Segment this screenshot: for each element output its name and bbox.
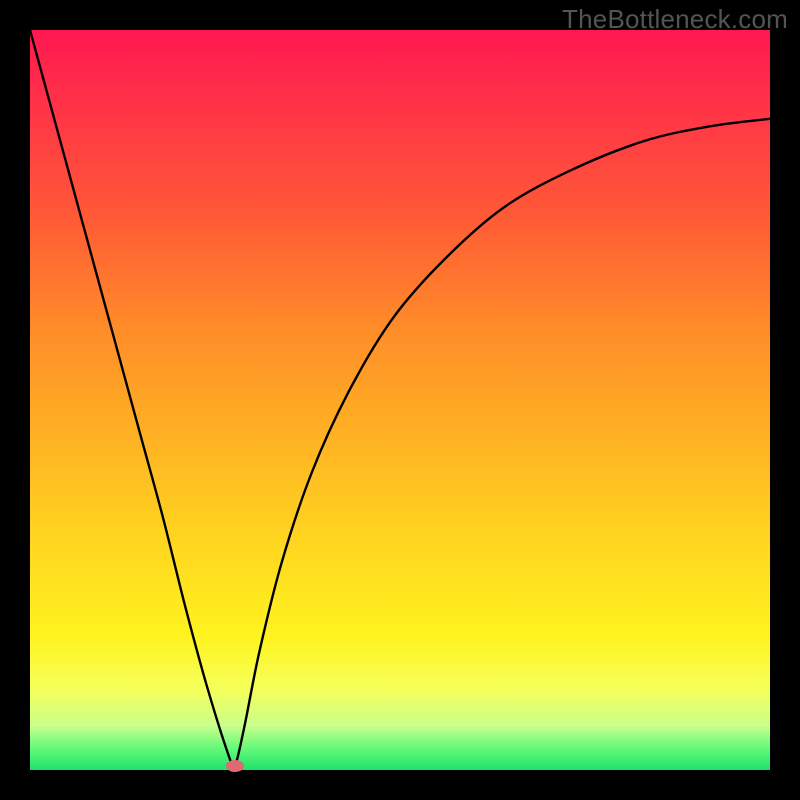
- optimum-marker: [226, 760, 244, 772]
- bottleneck-curve: [30, 30, 770, 770]
- watermark-text: TheBottleneck.com: [562, 4, 788, 35]
- chart-frame: TheBottleneck.com: [0, 0, 800, 800]
- plot-area: [30, 30, 770, 770]
- curve-path: [30, 30, 770, 770]
